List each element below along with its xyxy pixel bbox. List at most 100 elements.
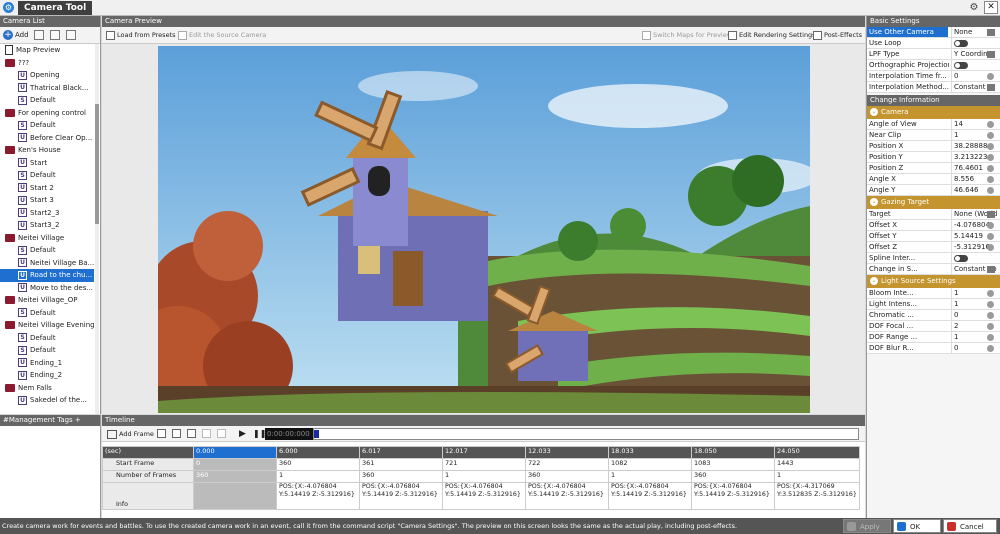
reset-icon[interactable]	[987, 143, 994, 150]
property-value[interactable]: 1	[951, 288, 997, 298]
load-presets-button[interactable]: Load from Presets	[106, 29, 176, 42]
edit-source-camera-button[interactable]: Edit the Source Camera	[178, 29, 266, 42]
tree-item[interactable]: U Start 3	[0, 194, 94, 207]
tree-item[interactable]: S Default	[0, 244, 94, 257]
tree-item[interactable]: U Thatrical Black...	[0, 82, 94, 95]
dropdown-arrow-icon[interactable]	[987, 29, 995, 36]
tree-item[interactable]: U Sakedel of the...	[0, 394, 94, 407]
keyframe-time[interactable]: 6.000	[276, 446, 360, 459]
property-row[interactable]: Position Z 76.4601	[867, 163, 1000, 174]
cancel-button[interactable]: Cancel	[943, 519, 997, 533]
copy-icon[interactable]	[34, 30, 44, 40]
post-effects-button[interactable]: Post-Effects	[813, 29, 862, 42]
property-value[interactable]: -5.312916	[951, 242, 997, 252]
reset-icon[interactable]	[987, 301, 994, 308]
reset-icon[interactable]	[987, 290, 994, 297]
keyframe-time[interactable]: 12.033	[525, 446, 609, 459]
property-value[interactable]: Y Coordin...	[951, 49, 997, 59]
property-value[interactable]: 0	[951, 310, 997, 320]
property-row[interactable]: Orthographic Projection	[867, 60, 1000, 71]
toggle-switch[interactable]	[954, 39, 968, 47]
tree-item[interactable]: Map Preview	[0, 44, 94, 57]
tree-item[interactable]: U Opening	[0, 69, 94, 82]
property-value[interactable]: None (World Coordi...	[951, 209, 997, 219]
play-icon[interactable]: ▶	[239, 428, 246, 440]
property-row[interactable]: Position Y 3.213223	[867, 152, 1000, 163]
tree-item[interactable]: U Road to the chu...	[0, 269, 94, 282]
reset-icon[interactable]	[987, 121, 994, 128]
tree-item[interactable]: U Start3_2	[0, 219, 94, 232]
reset-icon[interactable]	[987, 165, 994, 172]
property-row[interactable]: Chromatic ... 0	[867, 310, 1000, 321]
property-value[interactable]: 8.556	[951, 174, 997, 184]
property-row[interactable]: Offset Y 5.14419	[867, 231, 1000, 242]
timeline-info-cell[interactable]: POS:{X:-4.076804 Y:5.14419 Z:-5.312916}	[442, 482, 526, 510]
property-row[interactable]: Interpolation Method... Constant ...	[867, 82, 1000, 93]
delete-frame-icon[interactable]	[187, 429, 196, 438]
property-value[interactable]: 38.28888	[951, 141, 997, 151]
property-value[interactable]: 76.4601	[951, 163, 997, 173]
camera-section-header[interactable]: ⌄ Camera	[867, 106, 1000, 119]
timeline-cell[interactable]: 1	[442, 470, 526, 483]
timeline-cell[interactable]: 1	[276, 470, 360, 483]
tree-item[interactable]: U Neitei Village Ba...	[0, 257, 94, 270]
dropdown-arrow-icon[interactable]	[987, 84, 995, 91]
undo-icon[interactable]	[202, 429, 211, 438]
property-value[interactable]: 5.14419	[951, 231, 997, 241]
apply-button[interactable]: Apply	[843, 519, 891, 533]
property-row[interactable]: Use Other Camera None	[867, 27, 1000, 38]
keyframe-time[interactable]: 0.000	[193, 446, 277, 459]
keyframe-time[interactable]: 24.050	[774, 446, 860, 459]
property-value[interactable]: 1	[951, 332, 997, 342]
property-row[interactable]: Near Clip 1	[867, 130, 1000, 141]
tree-item[interactable]: U Start	[0, 157, 94, 170]
tree-folder[interactable]: Nem Falls	[0, 382, 94, 395]
keyframe-time[interactable]: 18.033	[608, 446, 692, 459]
timeline-cell[interactable]: 360	[525, 470, 609, 483]
property-value[interactable]: 0	[951, 71, 997, 81]
tree-item[interactable]: S Default	[0, 119, 94, 132]
reset-icon[interactable]	[987, 233, 994, 240]
timeline-track[interactable]	[313, 428, 859, 440]
timeline-cell[interactable]: 722	[525, 458, 609, 471]
property-value[interactable]: 3.213223	[951, 152, 997, 162]
keyframe-time[interactable]: 6.017	[359, 446, 443, 459]
timeline-cell[interactable]: 0	[193, 458, 277, 471]
timeline-info-cell[interactable]: POS:{X:-4.076804 Y:5.14419 Z:-5.312916}	[525, 482, 609, 510]
paste-frame-icon[interactable]	[172, 429, 181, 438]
edit-rendering-button[interactable]: Edit Rendering Settings	[728, 29, 816, 42]
property-value[interactable]: -4.076804	[951, 220, 997, 230]
property-value[interactable]: Constant Speed	[951, 264, 997, 274]
property-value[interactable]: 1	[951, 130, 997, 140]
property-row[interactable]: Offset X -4.076804	[867, 220, 1000, 231]
property-value[interactable]: 14	[951, 119, 997, 129]
reset-icon[interactable]	[987, 323, 994, 330]
tree-item[interactable]: U Ending_1	[0, 357, 94, 370]
property-value[interactable]	[951, 253, 997, 263]
timeline-cell[interactable]: 360	[359, 470, 443, 483]
property-row[interactable]: Change in S... Constant Speed	[867, 264, 1000, 275]
tree-item[interactable]: S Default	[0, 169, 94, 182]
property-row[interactable]: DOF Focal ... 2	[867, 321, 1000, 332]
toggle-switch[interactable]	[954, 61, 968, 69]
property-row[interactable]: DOF Blur R... 0	[867, 343, 1000, 354]
window-close-button[interactable]: ✕	[984, 1, 998, 14]
timeline-cell[interactable]: 360	[691, 470, 775, 483]
dropdown-arrow-icon[interactable]	[987, 266, 995, 273]
timeline-info-cell[interactable]: POS:{X:-4.076804 Y:5.14419 Z:-5.312916}	[608, 482, 692, 510]
timeline-info-cell[interactable]	[193, 482, 277, 510]
dropdown-arrow-icon[interactable]	[987, 51, 995, 58]
property-value[interactable]: Constant ...	[951, 82, 997, 92]
timeline-cell[interactable]: 1443	[774, 458, 860, 471]
copy-frame-icon[interactable]	[157, 429, 166, 438]
tree-item[interactable]: S Default	[0, 332, 94, 345]
redo-icon[interactable]	[217, 429, 226, 438]
ok-button[interactable]: OK	[893, 519, 941, 533]
property-row[interactable]: Target None (World Coordi...	[867, 209, 1000, 220]
light-source-section-header[interactable]: ⌄ Light Source Settings	[867, 275, 1000, 288]
reset-icon[interactable]	[987, 187, 994, 194]
reset-icon[interactable]	[987, 244, 994, 251]
window-settings-icon[interactable]: ⚙	[968, 1, 980, 14]
tree-item[interactable]: U Start 2	[0, 182, 94, 195]
playhead[interactable]	[314, 430, 319, 438]
